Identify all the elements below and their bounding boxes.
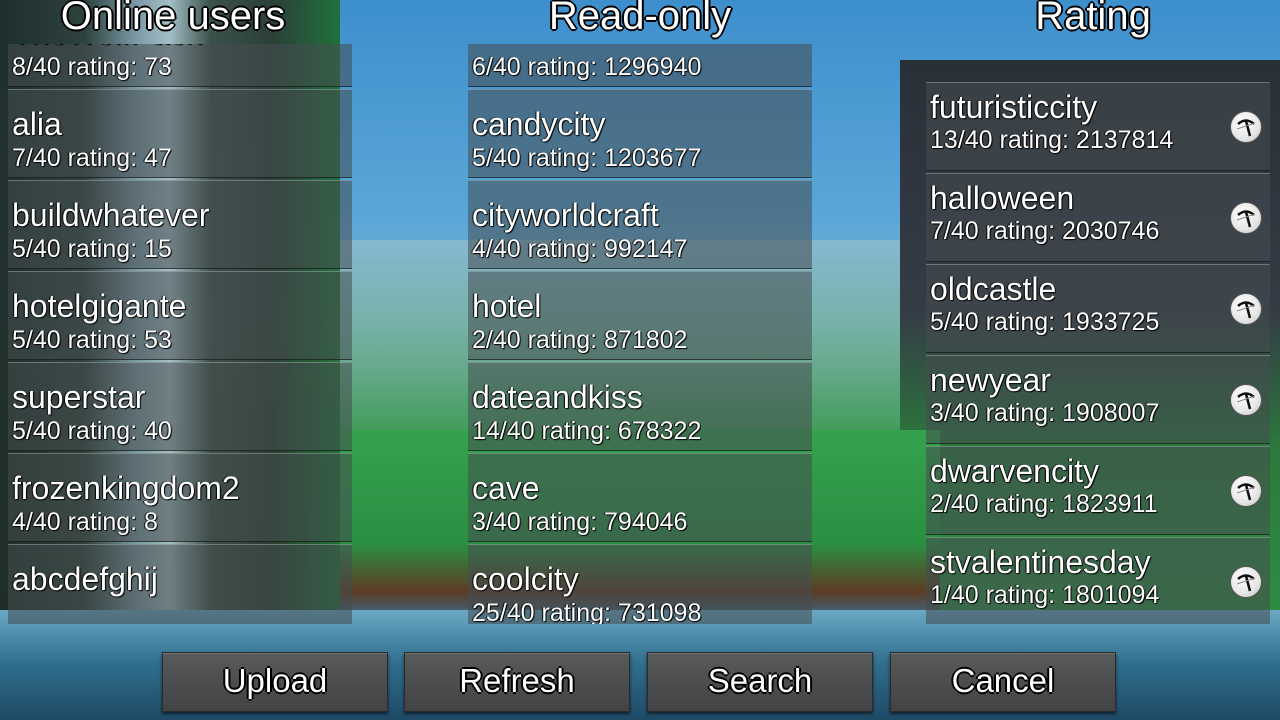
cancel-button[interactable]: Cancel bbox=[890, 652, 1116, 712]
pickaxe-icon[interactable] bbox=[1230, 111, 1262, 143]
world-name: coolcity bbox=[472, 561, 579, 597]
rating-header: Rating bbox=[1035, 0, 1151, 38]
world-players-rating: 5/40 rating: 1933725 bbox=[930, 308, 1160, 336]
pickaxe-icon[interactable] bbox=[1230, 566, 1262, 598]
world-players-rating: 5/40 rating: 53 bbox=[12, 326, 172, 354]
world-players-rating: 13/40 rating: 2137814 bbox=[930, 126, 1174, 154]
world-players-rating: 3/40 rating: 1908007 bbox=[930, 399, 1160, 427]
pickaxe-icon[interactable] bbox=[1230, 384, 1262, 416]
pickaxe-icon[interactable] bbox=[1230, 293, 1262, 325]
world-players-rating: 5/40 rating: 15 bbox=[12, 235, 172, 263]
world-players-rating: 3/40 rating: 794046 bbox=[472, 508, 688, 536]
world-list-item[interactable]: coolcity 25/40 rating: 731098 bbox=[468, 544, 812, 624]
world-list-item[interactable]: buildwhatever 5/40 rating: 15 bbox=[8, 180, 352, 269]
world-name: halloween bbox=[930, 180, 1075, 216]
world-players-rating: 2/40 rating: 871802 bbox=[472, 326, 688, 354]
world-players-rating: 5/40 rating: 1203677 bbox=[472, 144, 702, 172]
world-players-rating: 7/40 rating: 47 bbox=[12, 144, 172, 172]
world-name: dwarvencity bbox=[930, 453, 1099, 489]
world-name: dateandkiss bbox=[472, 379, 643, 415]
world-name: abcdefghij bbox=[12, 561, 158, 597]
world-name: stvalentinesday bbox=[930, 544, 1151, 580]
world-players-rating: 2/40 rating: 1823911 bbox=[930, 490, 1158, 518]
world-players-rating: 25/40 rating: 731098 bbox=[472, 599, 702, 624]
world-name: frozenkingdom2 bbox=[12, 470, 240, 506]
read-only-list[interactable]: 6/40 rating: 1296940 candycity 5/40 rating… bbox=[468, 44, 812, 624]
world-list-item[interactable]: frozenkingdom2 4/40 rating: 8 bbox=[8, 453, 352, 542]
world-name: TheWolfPack bbox=[12, 44, 202, 52]
refresh-button[interactable]: Refresh bbox=[404, 652, 630, 712]
world-players-rating: 6/40 rating: 1296940 bbox=[472, 53, 702, 81]
world-list-item[interactable]: candycity 5/40 rating: 1203677 bbox=[468, 89, 812, 178]
pickaxe-icon[interactable] bbox=[1230, 202, 1262, 234]
world-name: newyear bbox=[930, 362, 1051, 398]
world-name: hotelgigante bbox=[12, 288, 187, 324]
world-players-rating: 4/40 rating: 992147 bbox=[472, 235, 688, 263]
world-list-item[interactable]: abcdefghij bbox=[8, 544, 352, 624]
world-players-rating: 1/40 rating: 1801094 bbox=[930, 581, 1160, 609]
world-list-item[interactable]: futuristiccity 13/40 rating: 2137814 bbox=[926, 82, 1270, 171]
world-list-item[interactable]: cave 3/40 rating: 794046 bbox=[468, 453, 812, 542]
world-players-rating: 5/40 rating: 40 bbox=[12, 417, 172, 445]
online-users-header: Online users bbox=[60, 0, 286, 38]
world-name: hotel bbox=[472, 288, 542, 324]
world-name: oldcastle bbox=[930, 271, 1057, 307]
world-players-rating: 14/40 rating: 678322 bbox=[472, 417, 702, 445]
world-list-item[interactable]: cityworldcraft 4/40 rating: 992147 bbox=[468, 180, 812, 269]
world-name: superstar bbox=[12, 379, 146, 415]
world-list-item[interactable]: hotel 2/40 rating: 871802 bbox=[468, 271, 812, 360]
world-name: cave bbox=[472, 470, 540, 506]
world-name: alia bbox=[12, 106, 62, 142]
world-list-item[interactable]: alia 7/40 rating: 47 bbox=[8, 89, 352, 178]
pickaxe-icon[interactable] bbox=[1230, 475, 1262, 507]
upload-button[interactable]: Upload bbox=[162, 652, 388, 712]
world-name: cityworldcraft bbox=[472, 197, 659, 233]
world-list-item[interactable]: halloween 7/40 rating: 2030746 bbox=[926, 173, 1270, 262]
world-list-item[interactable]: newyear 3/40 rating: 1908007 bbox=[926, 355, 1270, 444]
online-users-list[interactable]: TheWolfPack8/40 rating: 73alia7/40 ratin… bbox=[8, 44, 352, 624]
world-list-item[interactable]: hotelgigante 5/40 rating: 53 bbox=[8, 271, 352, 360]
world-list-item[interactable]: oldcastle 5/40 rating: 1933725 bbox=[926, 264, 1270, 353]
world-name: futuristiccity bbox=[930, 89, 1098, 125]
world-list-item[interactable]: superstar 5/40 rating: 40 bbox=[8, 362, 352, 451]
world-list-item[interactable]: dwarvencity 2/40 rating: 1823911 bbox=[926, 446, 1270, 535]
read-only-header: Read-only bbox=[548, 0, 732, 38]
world-name: candycity bbox=[472, 106, 606, 142]
world-name: buildwhatever bbox=[12, 197, 210, 233]
world-list-item[interactable]: TheWolfPack8/40 rating: 73 bbox=[8, 44, 352, 87]
search-button[interactable]: Search bbox=[647, 652, 873, 712]
world-players-rating: 4/40 rating: 8 bbox=[12, 508, 158, 536]
world-list-item[interactable]: stvalentinesday 1/40 rating: 1801094 bbox=[926, 537, 1270, 624]
world-list-item[interactable]: 6/40 rating: 1296940 bbox=[468, 44, 812, 87]
world-players-rating: 7/40 rating: 2030746 bbox=[930, 217, 1160, 245]
world-players-rating: 8/40 rating: 73 bbox=[12, 53, 172, 81]
world-list-item[interactable]: dateandkiss 14/40 rating: 678322 bbox=[468, 362, 812, 451]
rating-list[interactable]: futuristiccity 13/40 rating: 2137814 hallo… bbox=[926, 82, 1270, 624]
